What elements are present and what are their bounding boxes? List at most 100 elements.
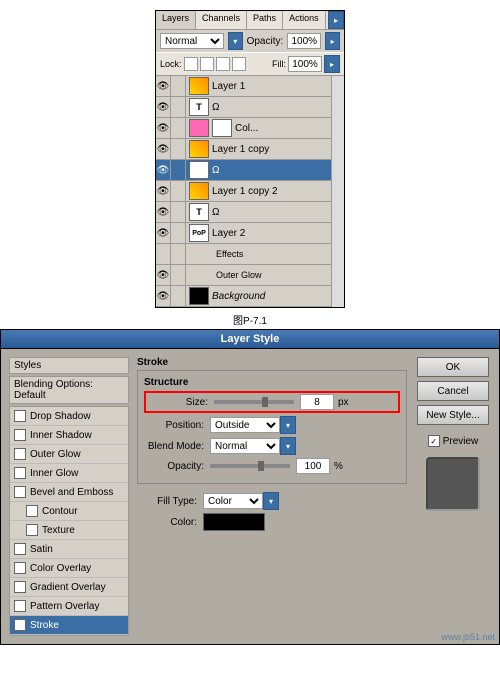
visibility-icon[interactable]: 👁 (156, 181, 171, 201)
opacity-input-ls[interactable] (296, 458, 330, 474)
link-cell[interactable] (171, 118, 186, 138)
ok-button[interactable]: OK (417, 357, 489, 377)
layer-name[interactable]: Layer 2 (212, 228, 344, 239)
lock-all-icon[interactable] (232, 57, 246, 71)
effect-checkbox[interactable] (26, 524, 38, 536)
layer-name[interactable]: Ω (212, 207, 344, 218)
visibility-icon[interactable]: 👁 (156, 139, 171, 159)
link-cell[interactable] (171, 76, 186, 96)
link-cell[interactable] (171, 202, 186, 222)
lock-transparency-icon[interactable] (184, 57, 198, 71)
effect-checkbox[interactable]: ✓ (14, 619, 26, 631)
effect-option[interactable]: Contour (10, 502, 128, 521)
blend-mode-select[interactable]: Normal (160, 33, 224, 49)
effect-checkbox[interactable] (14, 448, 26, 460)
effect-option[interactable]: Outer Glow (10, 445, 128, 464)
position-select[interactable]: Outside (210, 417, 280, 433)
layer-thumbnail[interactable]: T (189, 161, 209, 179)
link-cell[interactable] (171, 244, 186, 264)
effect-option[interactable]: Inner Glow (10, 464, 128, 483)
effect-option[interactable]: Gradient Overlay (10, 578, 128, 597)
effect-option[interactable]: Drop Shadow (10, 407, 128, 426)
visibility-icon[interactable]: 👁 (156, 118, 171, 138)
layer-row[interactable]: 👁 TΩ (156, 160, 344, 181)
layer-row[interactable]: Effects (156, 244, 344, 265)
panel-menu-icon[interactable]: ▸ (328, 11, 344, 29)
layer-thumbnail[interactable] (189, 119, 209, 137)
layer-row[interactable]: 👁Outer Glow (156, 265, 344, 286)
new-style-button[interactable]: New Style... (417, 405, 489, 425)
layer-name[interactable]: Ω (212, 165, 344, 176)
effect-checkbox[interactable] (14, 486, 26, 498)
layer-row[interactable]: 👁Layer 1 (156, 76, 344, 97)
blendmode-select[interactable]: Normal (210, 438, 280, 454)
layer-row[interactable]: 👁 Col... (156, 118, 344, 139)
filltype-dropdown-icon[interactable]: ▾ (263, 492, 279, 510)
preview-checkbox[interactable]: ✓ (428, 435, 440, 447)
effect-checkbox[interactable] (14, 600, 26, 612)
layer-mask[interactable] (212, 119, 232, 137)
layer-row[interactable]: 👁 TΩ (156, 202, 344, 223)
link-cell[interactable] (171, 160, 186, 180)
effect-checkbox[interactable] (14, 410, 26, 422)
blending-options-header[interactable]: Blending Options: Default (9, 376, 129, 404)
link-cell[interactable] (171, 181, 186, 201)
layer-name[interactable]: Layer 1 (212, 81, 344, 92)
visibility-icon[interactable]: 👁 (156, 223, 171, 243)
position-dropdown-icon[interactable]: ▾ (280, 416, 296, 434)
tab-channels[interactable]: Channels (196, 11, 247, 29)
layer-row[interactable]: 👁 PoPLayer 2 (156, 223, 344, 244)
layer-thumbnail[interactable] (189, 140, 209, 158)
link-cell[interactable] (171, 139, 186, 159)
visibility-icon[interactable]: 👁 (156, 160, 171, 180)
link-cell[interactable] (171, 223, 186, 243)
layer-name[interactable]: Ω (212, 102, 344, 113)
layer-name[interactable]: Layer 1 copy 2 (212, 186, 344, 197)
fill-arrow-icon[interactable]: ▸ (324, 55, 340, 73)
filltype-select[interactable]: Color (203, 493, 263, 509)
effect-checkbox[interactable] (14, 467, 26, 479)
effect-checkbox[interactable] (14, 543, 26, 555)
visibility-icon[interactable]: 👁 (156, 286, 171, 306)
visibility-icon[interactable]: 👁 (156, 265, 171, 285)
layer-name[interactable]: Background (212, 291, 344, 302)
layer-row[interactable]: 👁 Background (156, 286, 344, 307)
cancel-button[interactable]: Cancel (417, 381, 489, 401)
effect-option[interactable]: Color Overlay (10, 559, 128, 578)
layer-thumbnail[interactable] (189, 287, 209, 305)
size-slider[interactable] (214, 400, 294, 404)
effect-option[interactable]: Bevel and Emboss (10, 483, 128, 502)
blend-dropdown-icon[interactable]: ▾ (228, 32, 243, 50)
styles-header[interactable]: Styles (9, 357, 129, 374)
color-swatch[interactable] (203, 513, 265, 531)
layer-name[interactable]: Layer 1 copy (212, 144, 344, 155)
effect-option[interactable]: Satin (10, 540, 128, 559)
effect-option[interactable]: Inner Shadow (10, 426, 128, 445)
layer-thumbnail[interactable]: T (189, 203, 209, 221)
effect-checkbox[interactable] (14, 581, 26, 593)
tab-actions[interactable]: Actions (283, 11, 326, 29)
opacity-arrow-icon[interactable]: ▸ (325, 32, 340, 50)
layer-name[interactable]: Col... (235, 123, 344, 134)
visibility-icon[interactable] (156, 244, 171, 264)
blendmode-dropdown-icon[interactable]: ▾ (280, 437, 296, 455)
visibility-icon[interactable]: 👁 (156, 202, 171, 222)
scrollbar[interactable] (331, 76, 344, 307)
link-cell[interactable] (171, 265, 186, 285)
lock-position-icon[interactable] (216, 57, 230, 71)
layer-row[interactable]: 👁 Layer 1 copy (156, 139, 344, 160)
visibility-icon[interactable]: 👁 (156, 97, 171, 117)
layer-row[interactable]: 👁TΩ (156, 97, 344, 118)
fill-input[interactable] (288, 56, 322, 72)
effect-checkbox[interactable] (14, 429, 26, 441)
opacity-input[interactable] (287, 33, 321, 49)
layer-thumbnail[interactable]: PoP (189, 224, 209, 242)
lock-pixels-icon[interactable] (200, 57, 214, 71)
layer-row[interactable]: 👁 Layer 1 copy 2 (156, 181, 344, 202)
effect-option[interactable]: Texture (10, 521, 128, 540)
link-cell[interactable] (171, 286, 186, 306)
effect-option[interactable]: ✓Stroke (10, 616, 128, 635)
size-input[interactable] (300, 394, 334, 410)
layer-thumbnail[interactable] (189, 182, 209, 200)
layer-thumbnail[interactable] (189, 77, 209, 95)
